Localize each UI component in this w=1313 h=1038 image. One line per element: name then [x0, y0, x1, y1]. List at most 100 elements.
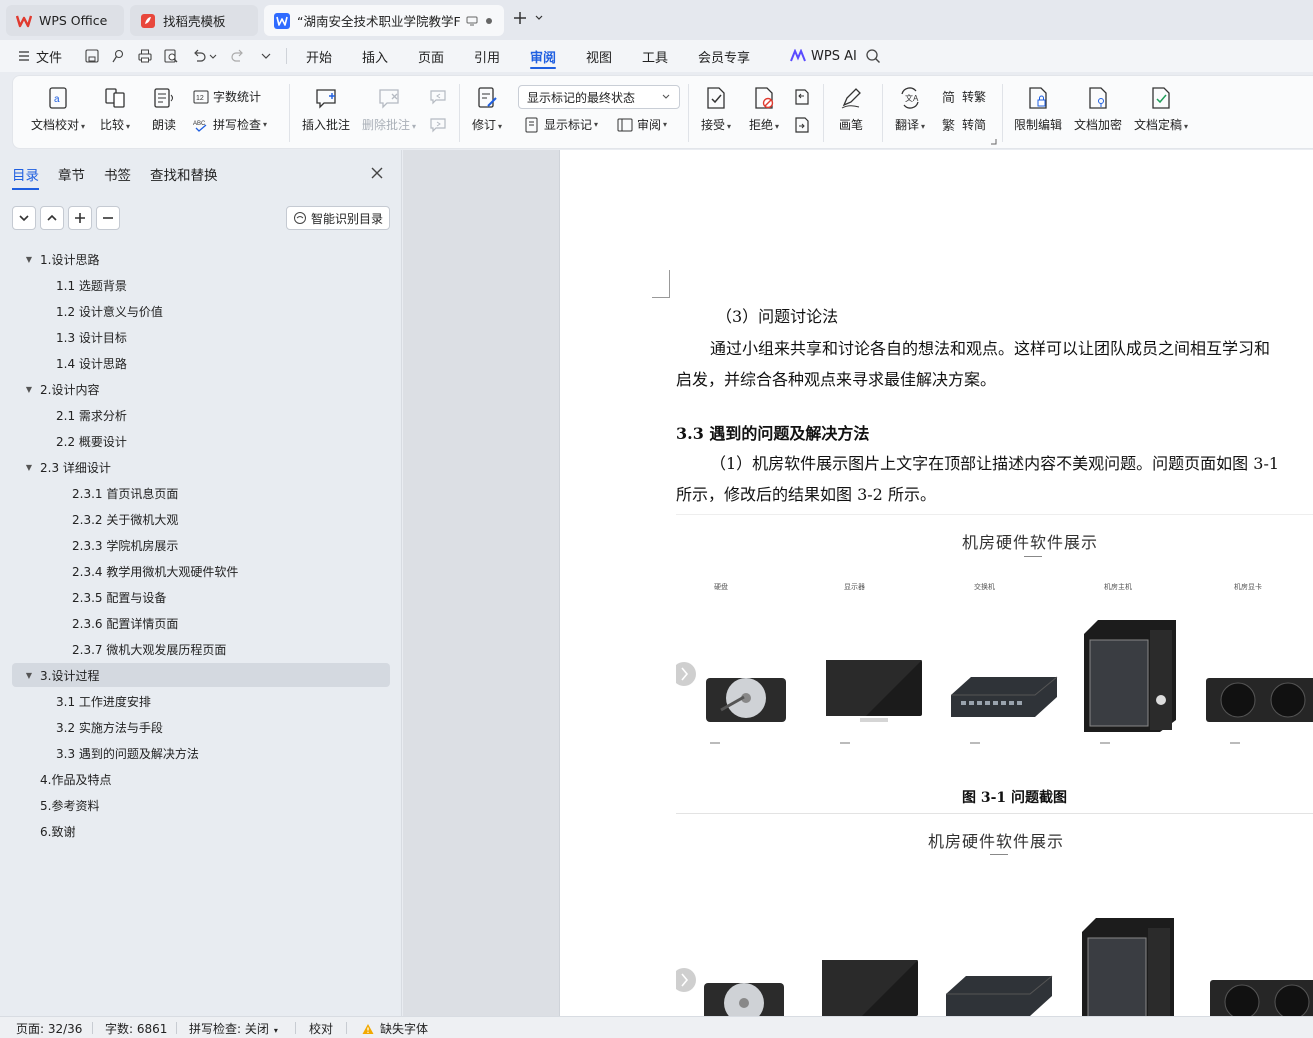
menu-page[interactable]: 页面 [418, 40, 444, 72]
menu-home[interactable]: 开始 [306, 40, 332, 72]
caret-down-icon[interactable]: ▼ [24, 671, 34, 680]
track-changes-button[interactable]: 修订 ▾ [472, 86, 502, 133]
markup-state-select[interactable]: 显示标记的最终状态 [518, 85, 680, 109]
reject-button[interactable]: 拒绝 ▾ [749, 86, 779, 133]
wps-ai-button[interactable]: WPS AI [790, 40, 857, 72]
finalize-document-button[interactable]: 文档定稿 ▾ [1134, 86, 1188, 133]
expand-up-button[interactable] [40, 206, 64, 230]
nav-tab-find-replace[interactable]: 查找和替换 [150, 164, 218, 184]
menu-tools[interactable]: 工具 [642, 40, 668, 72]
file-menu[interactable]: 文件 [18, 40, 62, 72]
menu-review[interactable]: 审阅 [530, 40, 557, 72]
caret-down-icon[interactable]: ▼ [24, 463, 34, 472]
spell-check-status[interactable]: 拼写检查: 关闭 ▾ [189, 1020, 278, 1037]
proofread-button[interactable]: a 文档校对 ▾ [31, 86, 85, 133]
nav-tab-toc[interactable]: 目录 [12, 164, 39, 190]
search-icon[interactable] [865, 48, 881, 64]
caret-down-icon[interactable]: ▼ [24, 385, 34, 394]
menu-references[interactable]: 引用 [474, 40, 500, 72]
page-indicator[interactable]: 页面: 32/36 [16, 1020, 82, 1037]
to-traditional-button[interactable]: 简 转繁 [942, 88, 986, 105]
translate-button[interactable]: 文A 翻译 ▾ [895, 86, 925, 133]
show-markup-icon [525, 117, 538, 132]
toc-item[interactable]: 4.作品及特点 [12, 767, 390, 791]
toc-item[interactable]: 5.参考资料 [12, 793, 390, 817]
toc-item[interactable]: 6.致谢 [12, 819, 390, 843]
menu-view[interactable]: 视图 [586, 40, 612, 72]
missing-font-status[interactable]: 缺失字体 [362, 1020, 428, 1037]
delete-comment-button[interactable]: 删除批注 ▾ [362, 86, 416, 133]
show-markup-button[interactable]: 显示标记 ▾ [524, 116, 598, 133]
undo-icon[interactable] [191, 48, 207, 64]
chevron-down-icon [19, 215, 29, 222]
smart-toc-button[interactable]: 智能识别目录 [286, 206, 390, 230]
toc-item[interactable]: 1.4 设计思路 [12, 351, 390, 375]
print-icon[interactable] [137, 48, 153, 64]
nav-tab-bookmarks[interactable]: 书签 [104, 164, 131, 184]
toc-item[interactable]: 2.3.3 学院机房展示 [12, 533, 390, 557]
collapse-all-button[interactable] [12, 206, 36, 230]
toc-item[interactable]: 2.3.2 关于微机大观 [12, 507, 390, 531]
tab-current-document[interactable]: “湖南安全技术职业学院教学F [264, 5, 504, 36]
restrict-editing-button[interactable]: 限制编辑 [1014, 86, 1062, 133]
accept-button[interactable]: 接受 ▾ [701, 86, 731, 133]
print-preview-icon[interactable] [163, 48, 179, 64]
toc-item[interactable]: 1.3 设计目标 [12, 325, 390, 349]
tab-wps-office[interactable]: WPS Office [6, 5, 124, 36]
prev-comment-icon[interactable] [429, 88, 447, 106]
encrypt-document-button[interactable]: 文档加密 [1074, 86, 1122, 133]
toc-item-label: 2.3.7 微机大观发展历程页面 [72, 642, 227, 657]
review-pane-button[interactable]: 审阅 ▾ [617, 116, 667, 133]
close-icon[interactable] [370, 166, 384, 180]
compare-button[interactable]: 比较 ▾ [100, 86, 130, 133]
toc-item[interactable]: 1.2 设计意义与价值 [12, 299, 390, 323]
toc-item[interactable]: ▼ 3.设计过程 [12, 663, 390, 687]
to-simplified-button[interactable]: 繁 转简 [942, 116, 986, 133]
menu-membership[interactable]: 会员专享 [698, 40, 750, 72]
insert-comment-button[interactable]: 插入批注 [302, 86, 350, 133]
add-heading-button[interactable] [68, 206, 92, 230]
save-icon[interactable] [84, 48, 100, 64]
svg-text:简: 简 [942, 90, 955, 105]
proofread-status[interactable]: 校对 [309, 1020, 333, 1037]
next-comment-icon[interactable] [429, 116, 447, 134]
show-markup-label: 显示标记 [544, 118, 593, 132]
cloud-sync-icon[interactable] [110, 48, 126, 64]
remove-heading-button[interactable] [96, 206, 120, 230]
undo-dropdown-icon[interactable] [208, 48, 218, 64]
toc-item[interactable]: 2.3.1 首页讯息页面 [12, 481, 390, 505]
redo-icon[interactable] [230, 48, 246, 64]
plus-icon[interactable] [512, 10, 528, 26]
chevron-up-icon [47, 214, 57, 221]
toc-item[interactable]: 2.3.7 微机大观发展历程页面 [12, 637, 390, 661]
word-count-button[interactable]: 12 字数统计 [193, 88, 261, 105]
toc-item[interactable]: 2.1 需求分析 [12, 403, 390, 427]
chevron-down-icon[interactable] [534, 13, 544, 23]
next-change-icon[interactable] [793, 116, 811, 134]
nav-tab-chapters[interactable]: 章节 [58, 164, 85, 184]
caret-down-icon[interactable]: ▼ [24, 255, 34, 264]
toc-item[interactable]: ▼ 1.设计思路 [12, 247, 390, 271]
toc-item[interactable]: 2.3.6 配置详情页面 [12, 611, 390, 635]
prev-change-icon[interactable] [793, 88, 811, 106]
spell-check-button[interactable]: ABC 拼写检查 ▾ [193, 116, 267, 133]
toc-item[interactable]: ▼ 2.3 详细设计 [12, 455, 390, 479]
pen-button[interactable]: 画笔 [839, 86, 863, 133]
toc-item[interactable]: 2.3.5 配置与设备 [12, 585, 390, 609]
document-page[interactable]: （3）问题讨论法 通过小组来共享和讨论各自的想法和观点。这样可以让团队成员之间相… [559, 150, 1313, 1016]
menu-insert[interactable]: 插入 [362, 40, 388, 72]
read-aloud-button[interactable]: 朗读 [152, 86, 176, 133]
toc-item[interactable]: 3.1 工作进度安排 [12, 689, 390, 713]
unsaved-dot-icon[interactable] [484, 16, 494, 26]
toc-item[interactable]: 2.3.4 教学用微机大观硬件软件 [12, 559, 390, 583]
file-menu-label: 文件 [36, 50, 63, 66]
toc-item[interactable]: 2.2 概要设计 [12, 429, 390, 453]
more-chevron-icon[interactable] [258, 48, 274, 64]
word-count-indicator[interactable]: 字数: 6861 [105, 1020, 167, 1037]
toc-item[interactable]: 3.2 实施方法与手段 [12, 715, 390, 739]
tab-docer-templates[interactable]: 找稻壳模板 [130, 5, 258, 36]
toc-item[interactable]: 1.1 选题背景 [12, 273, 390, 297]
toc-item[interactable]: 3.3 遇到的问题及解决方法 [12, 741, 390, 765]
toc-item[interactable]: ▼ 2.设计内容 [12, 377, 390, 401]
expand-corner-icon[interactable] [990, 138, 997, 145]
